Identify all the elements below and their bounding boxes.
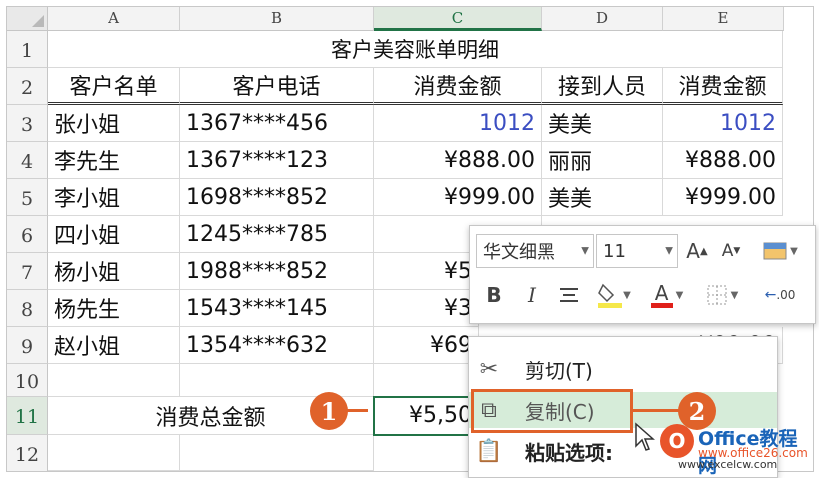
column-header-a[interactable]: A [48, 7, 180, 31]
font-color-icon: A [654, 280, 669, 305]
table-cell[interactable]: ¥888.00 [374, 142, 542, 179]
scissors-icon: ✂ [479, 356, 499, 382]
italic-icon: I [528, 283, 536, 307]
header-cell-phone[interactable]: 客户电话 [180, 68, 374, 105]
table-cell[interactable] [180, 435, 374, 471]
row-header-8[interactable]: 8 [7, 290, 48, 327]
increase-decimal-button[interactable]: ← .00 [756, 278, 804, 312]
table-cell[interactable]: ¥999.00 [663, 179, 783, 216]
fill-color-icon [598, 283, 623, 308]
fill-color-button[interactable]: ▼ [592, 278, 636, 312]
copy-highlight-box [471, 389, 633, 433]
table-cell[interactable]: 1988****852 [180, 253, 374, 290]
row-header-10[interactable]: 10 [7, 364, 48, 397]
table-cell[interactable]: 杨先生 [48, 290, 180, 327]
row-header-6[interactable]: 6 [7, 216, 48, 253]
column-header-d[interactable]: D [542, 7, 663, 31]
shrink-font-button[interactable]: A ▼ [718, 236, 744, 266]
table-cell[interactable] [180, 364, 374, 397]
header-cell-staff[interactable]: 接到人员 [542, 68, 663, 105]
table-cell[interactable]: 1245****785 [180, 216, 374, 253]
row-header-5[interactable]: 5 [7, 179, 48, 216]
header-cell-amount[interactable]: 消费金额 [374, 68, 542, 105]
table-cell[interactable]: 张小姐 [48, 105, 180, 142]
cell-styles-icon [763, 242, 787, 260]
table-cell[interactable]: 美美 [542, 105, 663, 142]
table-cell[interactable]: ¥3 [374, 290, 479, 327]
row-header-2[interactable]: 2 [7, 68, 48, 105]
table-cell[interactable]: ¥5 [374, 253, 479, 290]
table-cell[interactable]: ¥69 [374, 327, 479, 364]
row-header-1[interactable]: 1 [7, 31, 48, 68]
align-center-button[interactable] [554, 278, 584, 312]
header-cell-amount-2[interactable]: 消费金额 [663, 68, 783, 105]
font-color-button[interactable]: A ▼ [646, 278, 688, 312]
table-cell[interactable] [48, 435, 180, 471]
mouse-pointer-icon [635, 422, 655, 451]
font-name-value: 华文细黑 [483, 242, 555, 263]
watermark-line-3: www.excelcw.com [678, 458, 778, 471]
select-all-corner[interactable] [7, 7, 48, 31]
align-center-icon [560, 288, 578, 302]
table-cell[interactable]: 1367****456 [180, 105, 374, 142]
table-cell[interactable]: 赵小姐 [48, 327, 180, 364]
bold-icon: B [486, 283, 502, 307]
table-cell[interactable]: 1367****123 [180, 142, 374, 179]
table-cell[interactable]: 1012 [663, 105, 783, 142]
column-header-c[interactable]: C [374, 7, 542, 31]
chevron-down-icon: ▼ [581, 245, 589, 257]
mini-toolbar: 华文细黑 ▼ 11 ▼ A ▲ A ▼ ▼ B I ▼ A ▼ ▼ ← .00 [469, 225, 816, 324]
menu-item-cut[interactable]: ✂ 剪切(T) [469, 351, 777, 387]
table-cell[interactable]: 1543****145 [180, 290, 374, 327]
callout-badge-1: 1 [310, 392, 348, 430]
table-cell[interactable]: 丽丽 [542, 142, 663, 179]
cell-styles-button[interactable]: ▼ [754, 236, 806, 266]
shrink-font-icon: A [721, 241, 734, 261]
font-size-dropdown[interactable]: 11 ▼ [596, 234, 678, 268]
table-cell[interactable] [48, 364, 180, 397]
header-cell-customer[interactable]: 客户名单 [48, 68, 180, 105]
table-cell[interactable]: 杨小姐 [48, 253, 180, 290]
increase-decimal-icon: .00 [776, 288, 796, 302]
borders-icon [707, 285, 727, 305]
paste-options-label: 粘贴选项: [525, 440, 613, 465]
borders-button[interactable]: ▼ [698, 278, 746, 312]
row-header-12[interactable]: 12 [7, 435, 48, 471]
row-header-9[interactable]: 9 [7, 327, 48, 364]
paste-icon: 📋 [475, 438, 503, 464]
column-header-e[interactable]: E [663, 7, 784, 31]
italic-button[interactable]: I [518, 278, 546, 312]
menu-item-cut-label: 剪切(T) [525, 358, 593, 383]
table-cell[interactable]: 1354****632 [180, 327, 374, 364]
arrow-left-icon: ← [764, 287, 777, 303]
font-name-dropdown[interactable]: 华文细黑 ▼ [476, 234, 594, 268]
callout-2-connector [633, 409, 679, 412]
font-size-value: 11 [603, 240, 626, 262]
table-cell[interactable]: ¥888.00 [663, 142, 783, 179]
watermark: O Office教程网 www.office26.com www.excelcw… [660, 424, 815, 477]
row-header-7[interactable]: 7 [7, 253, 48, 290]
row-header-11[interactable]: 11 [7, 397, 48, 435]
grow-font-icon: A [686, 239, 700, 263]
table-cell[interactable]: 李小姐 [48, 179, 180, 216]
callout-1-connector [346, 409, 368, 412]
row-header-3[interactable]: 3 [7, 105, 48, 142]
row-header-4[interactable]: 4 [7, 142, 48, 179]
table-cell[interactable]: 四小姐 [48, 216, 180, 253]
table-cell[interactable]: 美美 [542, 179, 663, 216]
table-cell[interactable]: 1012 [374, 105, 542, 142]
grow-font-button[interactable]: A ▲ [684, 236, 710, 266]
title-cell[interactable]: 客户美容账单明细 [48, 31, 783, 68]
table-cell[interactable]: ¥999.00 [374, 179, 542, 216]
table-cell[interactable]: 李先生 [48, 142, 180, 179]
active-cell-border [373, 396, 481, 436]
column-header-b[interactable]: B [180, 7, 374, 31]
bold-button[interactable]: B [480, 278, 508, 312]
chevron-down-icon: ▼ [665, 245, 673, 257]
office-logo-icon: O [660, 424, 694, 458]
table-cell[interactable]: 1698****852 [180, 179, 374, 216]
